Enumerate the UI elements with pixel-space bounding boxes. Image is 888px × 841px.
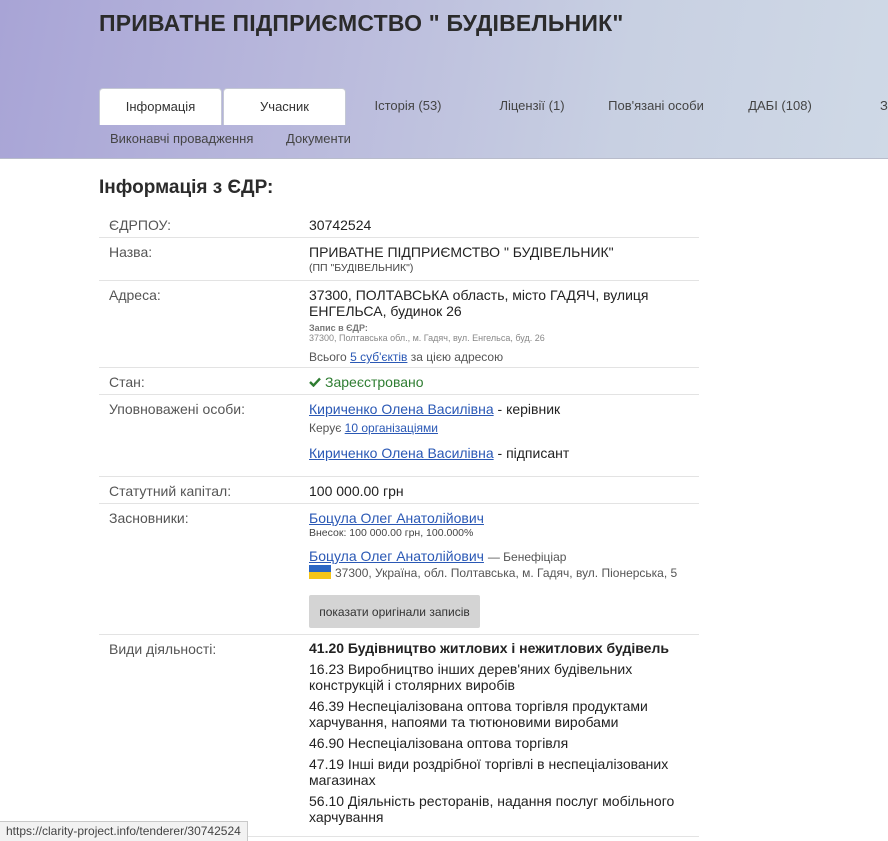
row-address: Адреса: 37300, ПОЛТАВСЬКА область, місто…	[99, 280, 699, 368]
row-edrpou: ЄДРПОУ: 30742524	[99, 210, 699, 238]
authorized-block: Кириченко Олена Василівна - керівник Кер…	[309, 401, 699, 461]
tab-documents[interactable]: Документи	[286, 131, 351, 146]
authorized-person-2: Кириченко Олена Василівна - підписант	[309, 445, 570, 461]
tab-licenses[interactable]: Ліцензії (1)	[472, 88, 592, 124]
row-authorized: Уповноважені особи: Кириченко Олена Васи…	[99, 394, 699, 477]
activity-item: 46.39 Неспеціалізована оптова торгівля п…	[309, 698, 648, 730]
ukraine-flag-icon	[309, 565, 331, 579]
tab-enforcement[interactable]: Виконавчі провадження	[110, 131, 253, 146]
address-value: 37300, ПОЛТАВСЬКА область, місто ГАДЯЧ, …	[309, 287, 649, 319]
address-total: Всього 5 суб'єктів за цією адресою	[309, 350, 504, 364]
beneficiary-address-line: 37300, Україна, обл. Полтавська, м. Гадя…	[309, 565, 699, 580]
beneficiary: Боцула Олег Анатолійович — Бенефіціар	[309, 548, 699, 564]
row-name: Назва: ПРИВАТНЕ ПІДПРИЄМСТВО " БУДІВЕЛЬН…	[99, 237, 699, 281]
tab-dabi[interactable]: ДАБІ (108)	[720, 88, 840, 124]
person-link[interactable]: Кириченко Олена Василівна	[309, 401, 494, 417]
row-activities: Види діяльності: 41.20 Будівництво житло…	[99, 634, 699, 837]
address-record-value: 37300, Полтавська обл., м. Гадяч, вул. Е…	[309, 333, 545, 343]
company-title: ПРИВАТНЕ ПІДПРИЄМСТВО " БУДІВЕЛЬНИК"	[99, 10, 624, 36]
capital-label: Статутний капітал:	[109, 483, 232, 499]
tab-history[interactable]: Історія (53)	[348, 88, 468, 124]
founders-block: Боцула Олег Анатолійович Внесок: 100 000…	[309, 510, 699, 580]
activity-item: 56.10 Діяльність ресторанів, надання пос…	[309, 793, 675, 825]
name-label: Назва:	[109, 244, 153, 260]
person-link[interactable]: Кириченко Олена Василівна	[309, 445, 494, 461]
state-value-block: Зареєстровано	[309, 374, 699, 390]
check-icon	[309, 374, 321, 390]
tab-cutoff[interactable]: З	[880, 88, 888, 124]
activity-item: 16.23 Виробництво інших дерев'яних будів…	[309, 661, 633, 693]
address-block: 37300, ПОЛТАВСЬКА область, місто ГАДЯЧ, …	[309, 287, 699, 365]
company-header: ПРИВАТНЕ ПІДПРИЄМСТВО " БУДІВЕЛЬНИК" Інф…	[0, 0, 888, 159]
founder-link[interactable]: Боцула Олег Анатолійович	[309, 510, 484, 526]
activity-item: 46.90 Неспеціалізована оптова торгівля	[309, 735, 569, 751]
name-value-block: ПРИВАТНЕ ПІДПРИЄМСТВО " БУДІВЕЛЬНИК" (ПП…	[309, 244, 699, 274]
activities-list: 41.20 Будівництво житлових і нежитлових …	[309, 640, 699, 825]
authorized-label: Уповноважені особи:	[109, 401, 245, 417]
state-value: Зареєстровано	[325, 374, 424, 390]
status-bar-url: https://clarity-project.info/tenderer/30…	[0, 821, 248, 841]
authorized-manages: Керує 10 організаціями	[309, 421, 438, 435]
capital-value: 100 000.00 грн	[309, 483, 404, 499]
tab-related-persons[interactable]: Пов'язані особи	[596, 88, 716, 124]
authorized-person-1: Кириченко Олена Василівна - керівник	[309, 401, 561, 417]
activity-item: 41.20 Будівництво житлових і нежитлових …	[309, 640, 669, 656]
name-value: ПРИВАТНЕ ПІДПРИЄМСТВО " БУДІВЕЛЬНИК"	[309, 244, 614, 260]
beneficiary-role: — Бенефіціар	[487, 550, 567, 564]
tab-participant[interactable]: Учасник	[223, 88, 346, 125]
state-label: Стан:	[109, 374, 145, 390]
tab-information[interactable]: Інформація	[99, 88, 222, 125]
founder-share: Внесок: 100 000.00 грн, 100.000%	[309, 527, 474, 539]
row-state: Стан: Зареєстровано	[99, 367, 699, 395]
row-capital: Статутний капітал: 100 000.00 грн	[99, 476, 699, 504]
founders-label: Засновники:	[109, 510, 189, 526]
name-short: (ПП "БУДІВЕЛЬНИК")	[309, 262, 414, 274]
beneficiary-address: 37300, Україна, обл. Полтавська, м. Гадя…	[335, 566, 678, 580]
activity-item: 47.19 Інші види роздрібної торгівлі в не…	[309, 756, 669, 788]
address-subjects-link[interactable]: 5 суб'єктів	[350, 350, 407, 364]
address-record-label: Запис в ЄДР:	[309, 323, 368, 333]
edrpou-value: 30742524	[309, 217, 372, 233]
edrpou-label: ЄДРПОУ:	[109, 217, 172, 233]
section-title: Інформація з ЄДР:	[99, 177, 274, 198]
row-founders: Засновники: Боцула Олег Анатолійович Вне…	[99, 503, 699, 635]
organizations-link[interactable]: 10 організаціями	[345, 421, 438, 435]
show-original-records-button[interactable]: показати оригінали записів	[309, 595, 480, 628]
activities-label: Види діяльності:	[109, 641, 217, 657]
founder-link[interactable]: Боцула Олег Анатолійович	[309, 548, 484, 564]
address-label: Адреса:	[109, 287, 161, 303]
